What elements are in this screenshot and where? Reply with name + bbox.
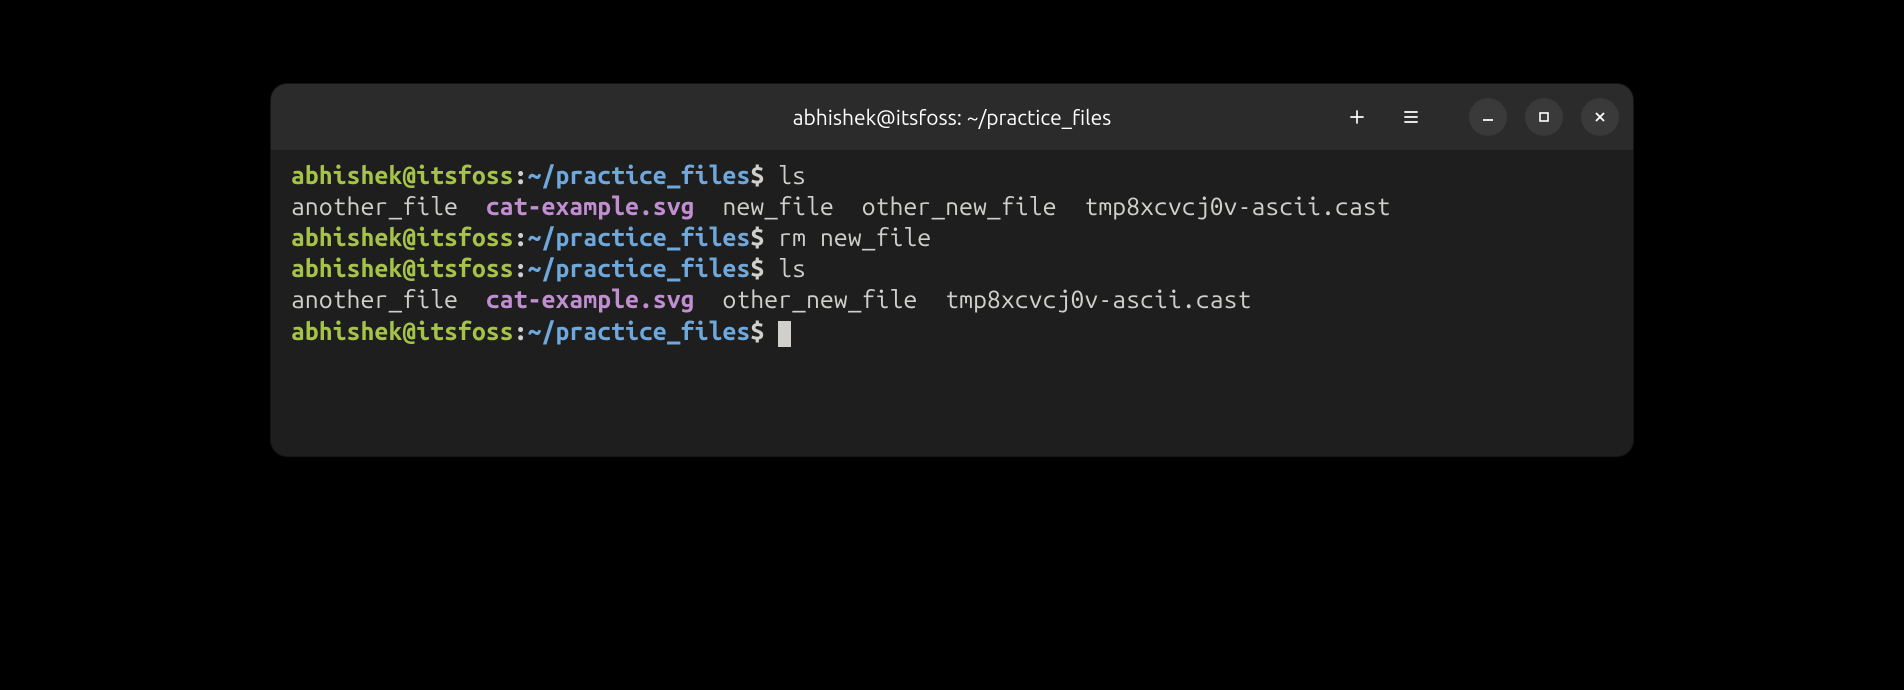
prompt-user-host: abhishek@itsfoss xyxy=(291,223,514,251)
close-icon xyxy=(1593,110,1607,124)
window-controls xyxy=(1469,98,1619,136)
minimize-icon xyxy=(1481,110,1495,124)
titlebar-controls xyxy=(1339,98,1619,136)
cursor xyxy=(778,321,791,347)
command-text xyxy=(764,317,778,345)
prompt-colon: : xyxy=(514,223,528,251)
command-text: ls xyxy=(764,254,806,282)
terminal-window: abhishek@itsfoss: ~/practice_files xyxy=(271,84,1633,456)
prompt-user-host: abhishek@itsfoss xyxy=(291,317,514,345)
terminal-line: another_file cat-example.svg other_new_f… xyxy=(291,284,1613,315)
file-image: cat-example.svg xyxy=(486,285,695,313)
prompt-dollar: $ xyxy=(750,223,764,251)
terminal-line: abhishek@itsfoss:~/practice_files$ ls xyxy=(291,253,1613,284)
prompt-colon: : xyxy=(514,161,528,189)
file-name: another_file xyxy=(291,285,486,313)
menu-button[interactable] xyxy=(1393,99,1429,135)
file-image: cat-example.svg xyxy=(486,192,695,220)
close-button[interactable] xyxy=(1581,98,1619,136)
terminal-line: abhishek@itsfoss:~/practice_files$ ls xyxy=(291,160,1613,191)
new-tab-button[interactable] xyxy=(1339,99,1375,135)
prompt-path: ~/practice_files xyxy=(528,254,751,282)
maximize-button[interactable] xyxy=(1525,98,1563,136)
terminal-line: abhishek@itsfoss:~/practice_files$ rm ne… xyxy=(291,222,1613,253)
prompt-dollar: $ xyxy=(750,161,764,189)
minimize-button[interactable] xyxy=(1469,98,1507,136)
prompt-path: ~/practice_files xyxy=(528,317,751,345)
prompt-colon: : xyxy=(514,317,528,345)
prompt-dollar: $ xyxy=(750,317,764,345)
prompt-user-host: abhishek@itsfoss xyxy=(291,161,514,189)
titlebar: abhishek@itsfoss: ~/practice_files xyxy=(271,84,1633,150)
command-text: rm new_file xyxy=(764,223,931,251)
terminal-line: abhishek@itsfoss:~/practice_files$ xyxy=(291,316,1613,347)
prompt-path: ~/practice_files xyxy=(528,161,751,189)
prompt-user-host: abhishek@itsfoss xyxy=(291,254,514,282)
prompt-dollar: $ xyxy=(750,254,764,282)
prompt-colon: : xyxy=(514,254,528,282)
terminal-body[interactable]: abhishek@itsfoss:~/practice_files$ lsano… xyxy=(271,150,1633,357)
file-name: other_new_file tmp8xcvcj0v-ascii.cast xyxy=(695,285,1252,313)
terminal-line: another_file cat-example.svg new_file ot… xyxy=(291,191,1613,222)
plus-icon xyxy=(1347,107,1367,127)
window-title: abhishek@itsfoss: ~/practice_files xyxy=(793,105,1112,129)
file-name: another_file xyxy=(291,192,486,220)
prompt-path: ~/practice_files xyxy=(528,223,751,251)
hamburger-icon xyxy=(1401,107,1421,127)
file-name: new_file other_new_file tmp8xcvcj0v-asci… xyxy=(695,192,1391,220)
command-text: ls xyxy=(764,161,806,189)
maximize-icon xyxy=(1537,110,1551,124)
